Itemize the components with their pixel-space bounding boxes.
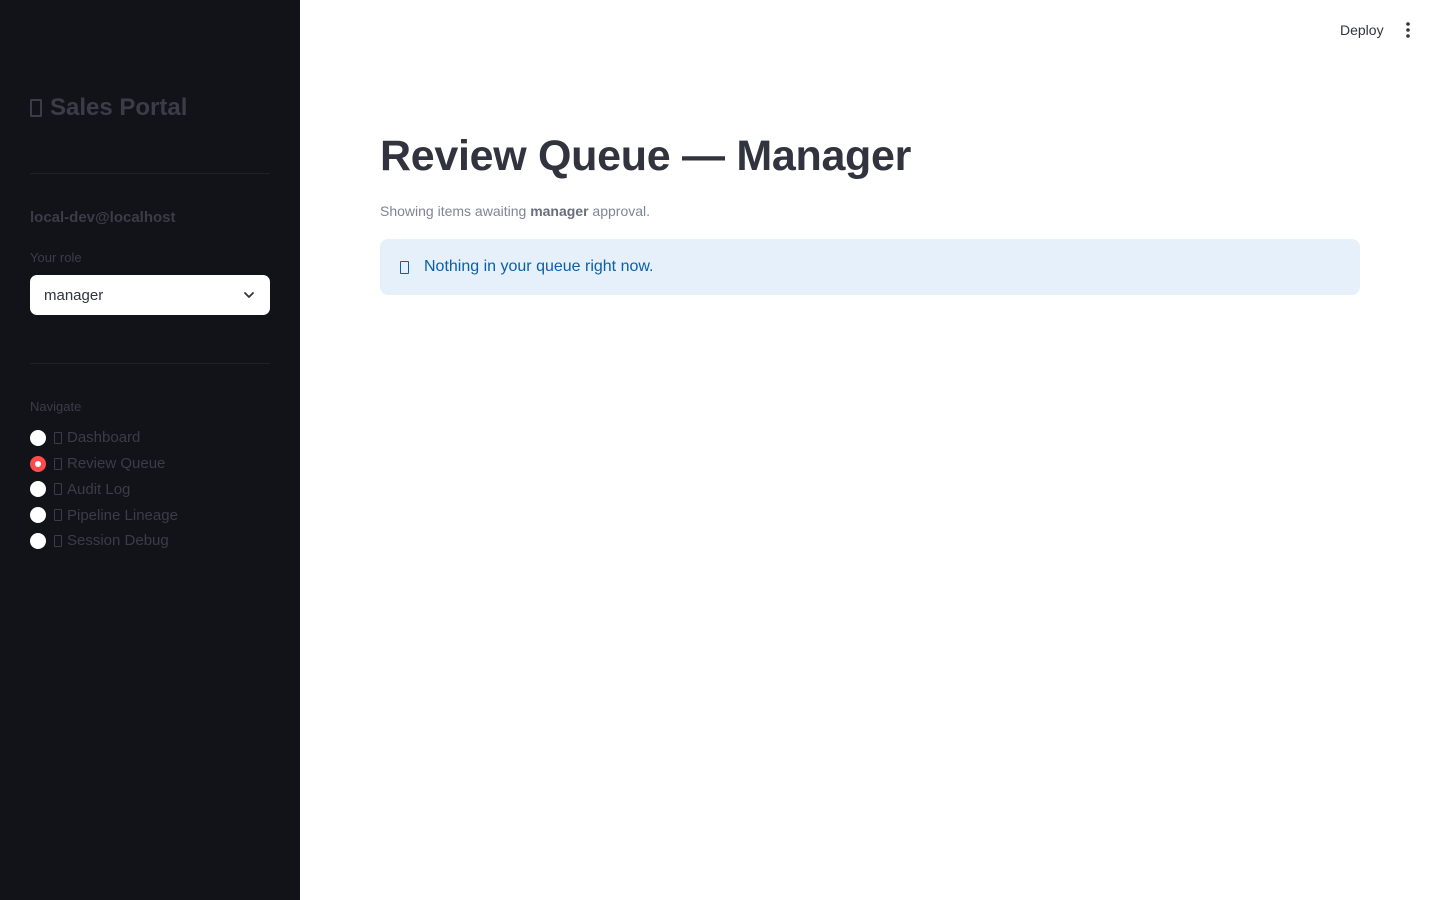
radio-button[interactable] — [30, 481, 46, 498]
role-select-value: manager — [44, 286, 104, 304]
radio-button[interactable] — [30, 429, 46, 446]
subtitle-suffix: approval. — [588, 203, 651, 219]
nav-item-review-queue[interactable]: Review Queue — [30, 451, 178, 477]
sidebar-brand: Sales Portal — [30, 94, 187, 122]
nav-item-session-debug[interactable]: Session Debug — [30, 528, 178, 554]
nav-radio-group: Dashboard Review Queue Audit Log Pipelin… — [30, 425, 178, 554]
main-menu-button[interactable] — [1398, 18, 1418, 42]
nav-item-label: Pipeline Lineage — [67, 506, 178, 524]
sidebar: Sales Portal local-dev@localhost Your ro… — [0, 0, 300, 900]
deploy-button[interactable]: Deploy — [1332, 18, 1392, 42]
nav-label: Navigate — [30, 399, 82, 414]
sidebar-divider — [30, 363, 270, 364]
brand-icon — [30, 99, 42, 117]
dashboard-icon — [54, 431, 62, 444]
subtitle-prefix: Showing items awaiting — [380, 203, 531, 219]
nav-item-pipeline-lineage[interactable]: Pipeline Lineage — [30, 502, 178, 528]
nav-item-label: Audit Log — [67, 480, 131, 498]
role-label: Your role — [30, 250, 82, 265]
user-email: local-dev@localhost — [30, 209, 176, 226]
nav-item-label: Session Debug — [67, 532, 169, 550]
radio-button-selected[interactable] — [30, 455, 46, 472]
role-select[interactable]: manager — [30, 275, 270, 315]
info-icon — [400, 260, 409, 274]
nav-item-dashboard[interactable]: Dashboard — [30, 425, 178, 451]
pipeline-lineage-icon — [54, 509, 62, 522]
session-debug-icon — [54, 534, 62, 547]
nav-item-label: Dashboard — [67, 429, 141, 447]
nav-item-label: Review Queue — [67, 455, 166, 473]
subtitle-role: manager — [530, 203, 589, 219]
brand-title: Sales Portal — [50, 94, 188, 121]
app-root: Sales Portal local-dev@localhost Your ro… — [0, 0, 1440, 900]
review-queue-icon — [54, 457, 62, 470]
info-alert: Nothing in your queue right now. — [380, 239, 1360, 295]
sidebar-divider — [30, 173, 270, 174]
audit-log-icon — [54, 483, 62, 496]
info-message: Nothing in your queue right now. — [424, 258, 654, 275]
radio-button[interactable] — [30, 507, 46, 524]
nav-item-audit-log[interactable]: Audit Log — [30, 477, 178, 503]
more-vertical-icon — [1406, 22, 1410, 38]
radio-button[interactable] — [30, 532, 46, 549]
chevron-down-icon — [244, 292, 254, 298]
page-subtitle: Showing items awaiting manager approval. — [380, 203, 650, 219]
page-title: Review Queue — Manager — [380, 132, 912, 180]
